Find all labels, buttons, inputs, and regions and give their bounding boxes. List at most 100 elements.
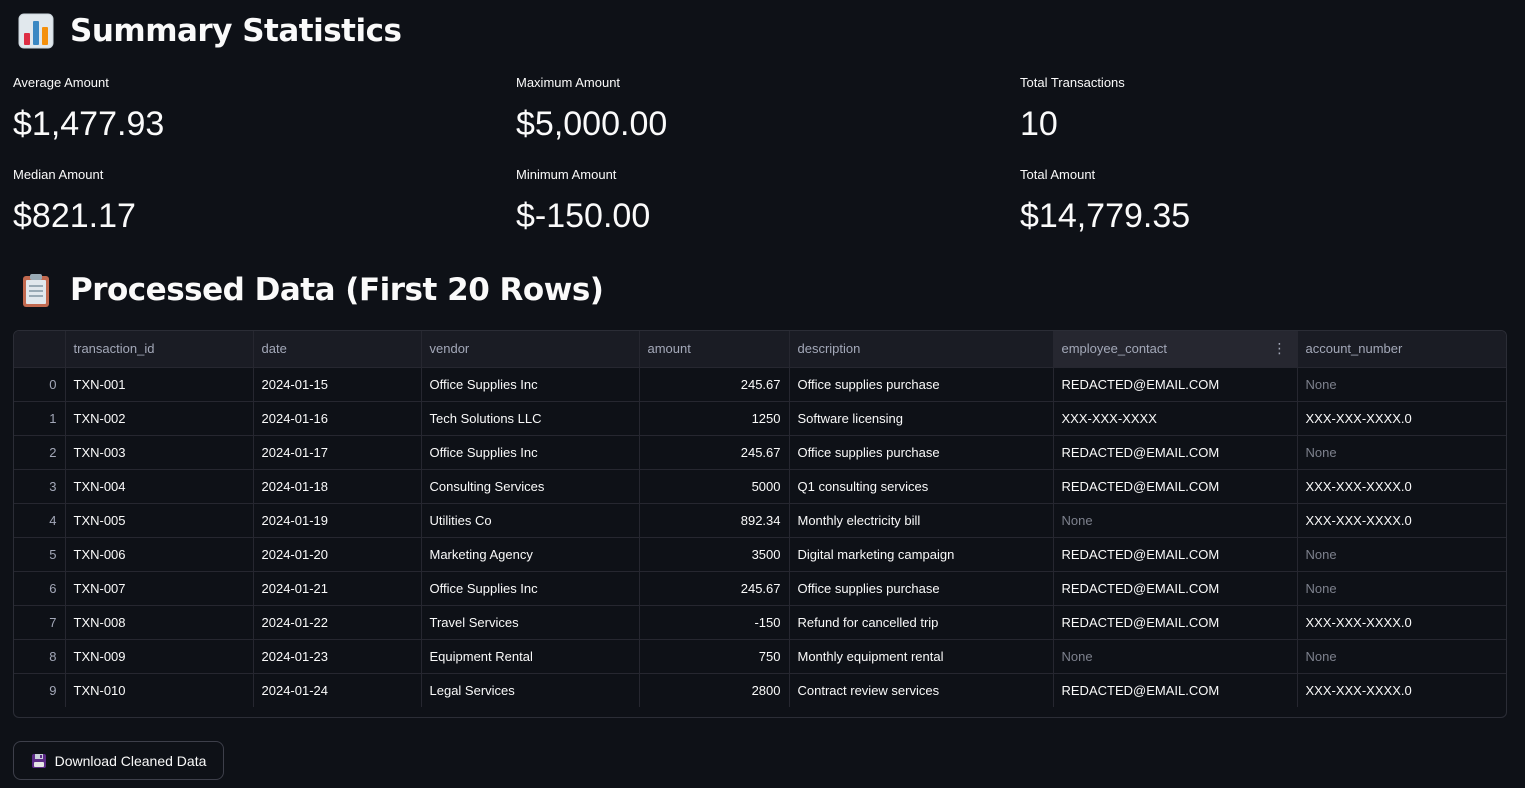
table-cell[interactable]: 2024-01-18	[253, 469, 422, 504]
column-header-description[interactable]: description	[789, 331, 1054, 368]
clipboard-icon	[23, 274, 49, 307]
table-cell[interactable]: 2024-01-21	[253, 571, 422, 606]
table-cell[interactable]: XXX-XXX-XXXX.0	[1297, 605, 1506, 640]
table-cell[interactable]: Office supplies purchase	[789, 367, 1054, 402]
table-cell[interactable]: Office supplies purchase	[789, 571, 1054, 606]
table-cell[interactable]: Tech Solutions LLC	[421, 401, 640, 436]
table-cell[interactable]: XXX-XXX-XXXX.0	[1297, 401, 1506, 436]
amount-cell[interactable]: 892.34	[639, 503, 790, 538]
table-cell[interactable]: REDACTED@EMAIL.COM	[1053, 537, 1298, 572]
table-cell[interactable]: Utilities Co	[421, 503, 640, 538]
amount-cell[interactable]: 3500	[639, 537, 790, 572]
table-cell[interactable]: Software licensing	[789, 401, 1054, 436]
metric-label: Maximum Amount	[516, 75, 621, 90]
row-index-cell: 7	[14, 605, 66, 640]
column-header-vendor[interactable]: vendor	[421, 331, 640, 368]
table-cell[interactable]: None	[1053, 503, 1298, 538]
data-table[interactable]: transaction_id date vendor amount descri…	[13, 330, 1507, 718]
row-index-cell: 0	[14, 367, 66, 402]
metric-label: Total Transactions	[1020, 75, 1125, 90]
table-cell[interactable]: TXN-010	[65, 673, 254, 707]
amount-cell[interactable]: 750	[639, 639, 790, 674]
table-cell[interactable]: XXX-XXX-XXXX.0	[1297, 503, 1506, 538]
amount-cell[interactable]: 245.67	[639, 367, 790, 402]
table-cell[interactable]: REDACTED@EMAIL.COM	[1053, 367, 1298, 402]
table-cell[interactable]: TXN-005	[65, 503, 254, 538]
table-cell[interactable]: 2024-01-19	[253, 503, 422, 538]
download-cleaned-data-button[interactable]: Download Cleaned Data	[13, 741, 224, 780]
table-cell[interactable]: TXN-009	[65, 639, 254, 674]
table-cell[interactable]: Office Supplies Inc	[421, 435, 640, 470]
table-cell[interactable]: None	[1297, 571, 1506, 606]
table-cell[interactable]: XXX-XXX-XXXX.0	[1297, 469, 1506, 504]
table-cell[interactable]: Monthly equipment rental	[789, 639, 1054, 674]
table-cell[interactable]: 2024-01-17	[253, 435, 422, 470]
row-index-cell: 6	[14, 571, 66, 606]
table-cell[interactable]: 2024-01-20	[253, 537, 422, 572]
table-cell[interactable]: None	[1297, 367, 1506, 402]
table-cell[interactable]: 2024-01-23	[253, 639, 422, 674]
floppy-disk-icon	[31, 753, 46, 768]
metric-maximum-amount: Maximum Amount $5,000.00	[516, 74, 996, 146]
table-cell[interactable]: TXN-001	[65, 367, 254, 402]
metric-value: 10	[1020, 105, 1058, 143]
table-cell[interactable]: REDACTED@EMAIL.COM	[1053, 673, 1298, 707]
table-cell[interactable]: TXN-002	[65, 401, 254, 436]
table-cell[interactable]: REDACTED@EMAIL.COM	[1053, 469, 1298, 504]
table-cell[interactable]: Q1 consulting services	[789, 469, 1054, 504]
table-cell[interactable]: Marketing Agency	[421, 537, 640, 572]
table-cell[interactable]: XXX-XXX-XXXX.0	[1297, 673, 1506, 707]
table-cell[interactable]: REDACTED@EMAIL.COM	[1053, 605, 1298, 640]
row-index-cell: 1	[14, 401, 66, 436]
table-cell[interactable]: None	[1297, 435, 1506, 470]
table-cell[interactable]: TXN-006	[65, 537, 254, 572]
table-cell[interactable]: 2024-01-16	[253, 401, 422, 436]
metric-total-transactions: Total Transactions 10	[1020, 74, 1500, 146]
amount-cell[interactable]: 5000	[639, 469, 790, 504]
amount-cell[interactable]: 1250	[639, 401, 790, 436]
metric-total-amount: Total Amount $14,779.35	[1020, 166, 1500, 238]
data-grid: transaction_id date vendor amount descri…	[14, 331, 1506, 707]
summary-heading-text: Summary Statistics	[70, 13, 402, 49]
table-cell[interactable]: Legal Services	[421, 673, 640, 707]
table-cell[interactable]: 2024-01-15	[253, 367, 422, 402]
table-cell[interactable]: None	[1053, 639, 1298, 674]
row-index-cell: 5	[14, 537, 66, 572]
table-cell[interactable]: Office Supplies Inc	[421, 571, 640, 606]
column-header-label: employee_contact	[1061, 341, 1168, 357]
table-row: 1 TXN-002 2024-01-16 Tech Solutions LLC 1250…	[14, 401, 1506, 436]
table-cell[interactable]: REDACTED@EMAIL.COM	[1053, 435, 1298, 470]
table-cell[interactable]: None	[1297, 537, 1506, 572]
column-header-account-number[interactable]: account_number	[1297, 331, 1506, 368]
table-cell[interactable]: 2024-01-24	[253, 673, 422, 707]
table-cell[interactable]: Consulting Services	[421, 469, 640, 504]
column-header-employee-contact[interactable]: employee_contact ⋮	[1053, 331, 1298, 368]
table-cell[interactable]: Refund for cancelled trip	[789, 605, 1054, 640]
table-cell[interactable]: Office Supplies Inc	[421, 367, 640, 402]
table-cell[interactable]: Digital marketing campaign	[789, 537, 1054, 572]
table-cell[interactable]: TXN-004	[65, 469, 254, 504]
table-cell[interactable]: TXN-008	[65, 605, 254, 640]
amount-cell[interactable]: 2800	[639, 673, 790, 707]
table-cell[interactable]: Contract review services	[789, 673, 1054, 707]
kebab-menu-icon[interactable]: ⋮	[1273, 341, 1287, 355]
table-cell[interactable]: Equipment Rental	[421, 639, 640, 674]
amount-cell[interactable]: 245.67	[639, 571, 790, 606]
table-cell[interactable]: 2024-01-22	[253, 605, 422, 640]
amount-cell[interactable]: 245.67	[639, 435, 790, 470]
metric-value: $5,000.00	[516, 105, 668, 143]
table-cell[interactable]: None	[1297, 639, 1506, 674]
table-cell[interactable]: XXX-XXX-XXXX	[1053, 401, 1298, 436]
table-cell[interactable]: Monthly electricity bill	[789, 503, 1054, 538]
table-cell[interactable]: TXN-007	[65, 571, 254, 606]
table-cell[interactable]: Office supplies purchase	[789, 435, 1054, 470]
column-header-transaction-id[interactable]: transaction_id	[65, 331, 254, 368]
row-index-cell: 8	[14, 639, 66, 674]
column-header-amount[interactable]: amount	[639, 331, 790, 368]
amount-cell[interactable]: -150	[639, 605, 790, 640]
column-header-date[interactable]: date	[253, 331, 422, 368]
table-cell[interactable]: REDACTED@EMAIL.COM	[1053, 571, 1298, 606]
table-cell[interactable]: Travel Services	[421, 605, 640, 640]
table-cell[interactable]: TXN-003	[65, 435, 254, 470]
bar-chart-icon	[18, 13, 54, 49]
